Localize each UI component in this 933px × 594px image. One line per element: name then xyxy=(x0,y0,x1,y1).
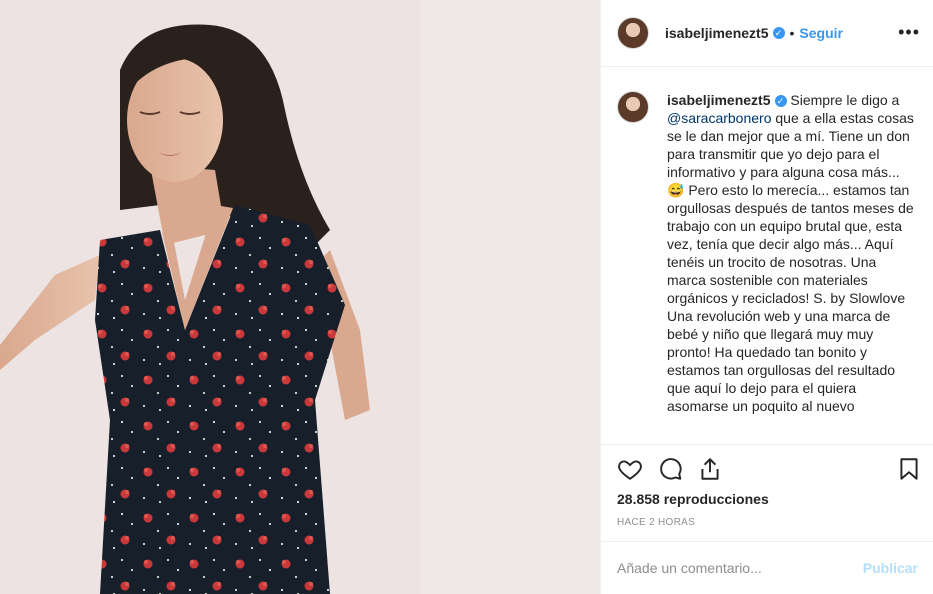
publish-button[interactable]: Publicar xyxy=(863,560,918,576)
mention-link[interactable]: @saracarbonero xyxy=(667,110,772,126)
post-media[interactable] xyxy=(0,0,600,594)
caption-text-after-mention: que a ella estas cosas se le dan mejor q… xyxy=(667,110,914,414)
heart-icon[interactable] xyxy=(617,456,643,482)
share-icon[interactable] xyxy=(697,456,723,482)
view-count[interactable]: 28.858 reproducciones xyxy=(617,491,769,507)
action-bar xyxy=(617,456,922,486)
caption-verified-badge-icon: ✓ xyxy=(774,95,787,108)
caption-avatar[interactable] xyxy=(617,91,649,123)
post-header: isabeljimenezt5 ✓ • Seguir ••• xyxy=(601,0,933,67)
caption-username-link[interactable]: isabeljimenezt5 xyxy=(667,92,771,108)
bookmark-icon[interactable] xyxy=(896,456,922,482)
caption-text-before-mention: Siempre le digo a xyxy=(786,92,904,108)
avatar[interactable] xyxy=(617,17,649,49)
username-link[interactable]: isabeljimenezt5 xyxy=(665,25,769,41)
caption-text: isabeljimenezt5 ✓ Siempre le digo a @sara… xyxy=(667,91,917,415)
follow-button[interactable]: Seguir xyxy=(799,25,843,41)
separator-dot: • xyxy=(789,25,795,41)
caption-section[interactable]: isabeljimenezt5 ✓ Siempre le digo a @sara… xyxy=(601,67,933,445)
more-options-icon[interactable]: ••• xyxy=(898,22,920,43)
post-sidebar: isabeljimenezt5 ✓ • Seguir ••• isabeljim… xyxy=(600,0,933,594)
comment-icon[interactable] xyxy=(657,456,683,482)
comment-input[interactable] xyxy=(617,560,863,576)
woman-in-floral-dress-image xyxy=(0,0,600,594)
post-timestamp[interactable]: HACE 2 HORAS xyxy=(617,517,695,528)
comment-bar: Publicar xyxy=(601,541,933,594)
verified-badge-icon: ✓ xyxy=(772,27,785,39)
